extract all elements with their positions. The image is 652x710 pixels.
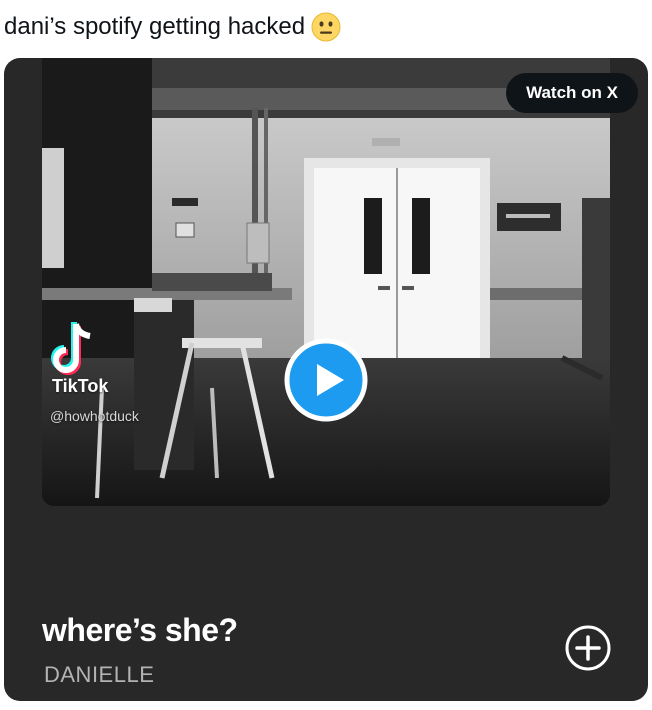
watch-on-x-button[interactable]: Watch on X — [506, 73, 638, 113]
video-thumbnail[interactable]: TikTok @howhotduck — [42, 58, 610, 506]
neutral-face-emoji-icon — [311, 12, 341, 42]
plus-circle-icon[interactable] — [564, 624, 612, 672]
tweet-text-content: dani’s spotify getting hacked — [4, 13, 306, 40]
tiktok-handle: @howhotduck — [50, 408, 139, 424]
song-title: where’s she? — [42, 612, 238, 648]
tiktok-name: TikTok — [52, 376, 109, 396]
play-icon[interactable] — [284, 338, 368, 422]
tweet-text: dani’s spotify getting hacked — [4, 12, 341, 42]
video-card[interactable]: TikTok @howhotduck Watch on X where’s sh… — [4, 58, 648, 701]
video-scene-image — [42, 58, 610, 506]
song-artist: DANIELLE — [44, 662, 155, 687]
